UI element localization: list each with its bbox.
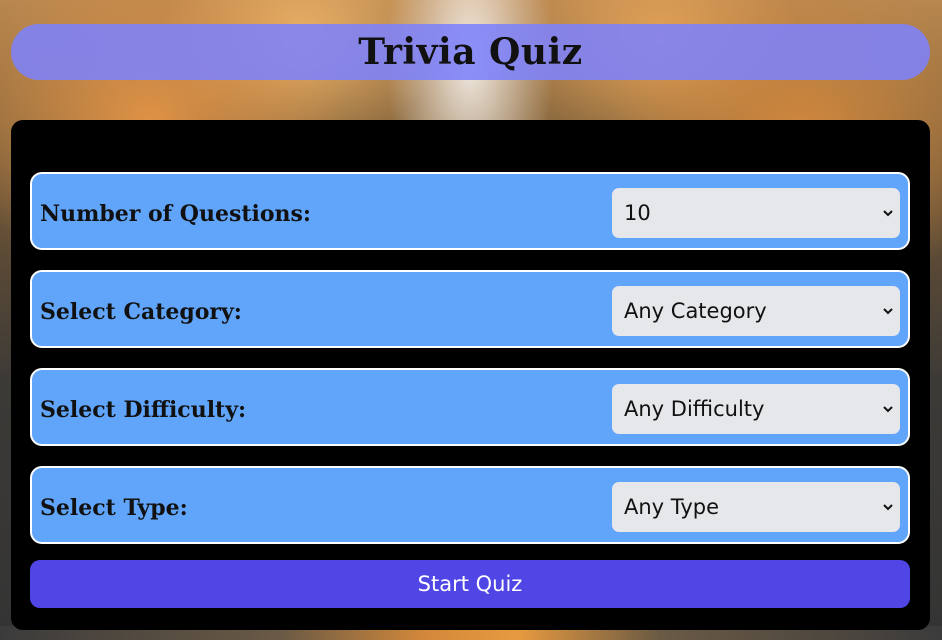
category-row: Select Category: Any Category [30,270,910,348]
page-title: Trivia Quiz [358,31,583,73]
category-value: Any Category [624,299,767,323]
questions-count-label: Number of Questions: [40,201,312,227]
type-row: Select Type: Any Type [30,466,910,544]
questions-count-row: Number of Questions: 10 [30,172,910,250]
category-label: Select Category: [40,299,242,325]
type-label: Select Type: [40,495,188,521]
start-quiz-button[interactable]: Start Quiz [30,560,910,608]
chevron-down-icon [883,210,893,217]
chevron-down-icon [883,406,893,413]
difficulty-value: Any Difficulty [624,397,765,421]
type-value: Any Type [624,495,720,519]
category-select[interactable]: Any Category [612,286,900,336]
type-select[interactable]: Any Type [612,482,900,532]
difficulty-row: Select Difficulty: Any Difficulty [30,368,910,446]
quiz-settings-panel: Number of Questions: 10 Select Category:… [11,120,930,630]
chevron-down-icon [883,504,893,511]
chevron-down-icon [883,308,893,315]
start-quiz-label: Start Quiz [417,572,523,596]
page-header: Trivia Quiz [11,24,930,80]
questions-count-select[interactable]: 10 [612,188,900,238]
difficulty-select[interactable]: Any Difficulty [612,384,900,434]
questions-count-value: 10 [624,201,651,225]
difficulty-label: Select Difficulty: [40,397,247,423]
